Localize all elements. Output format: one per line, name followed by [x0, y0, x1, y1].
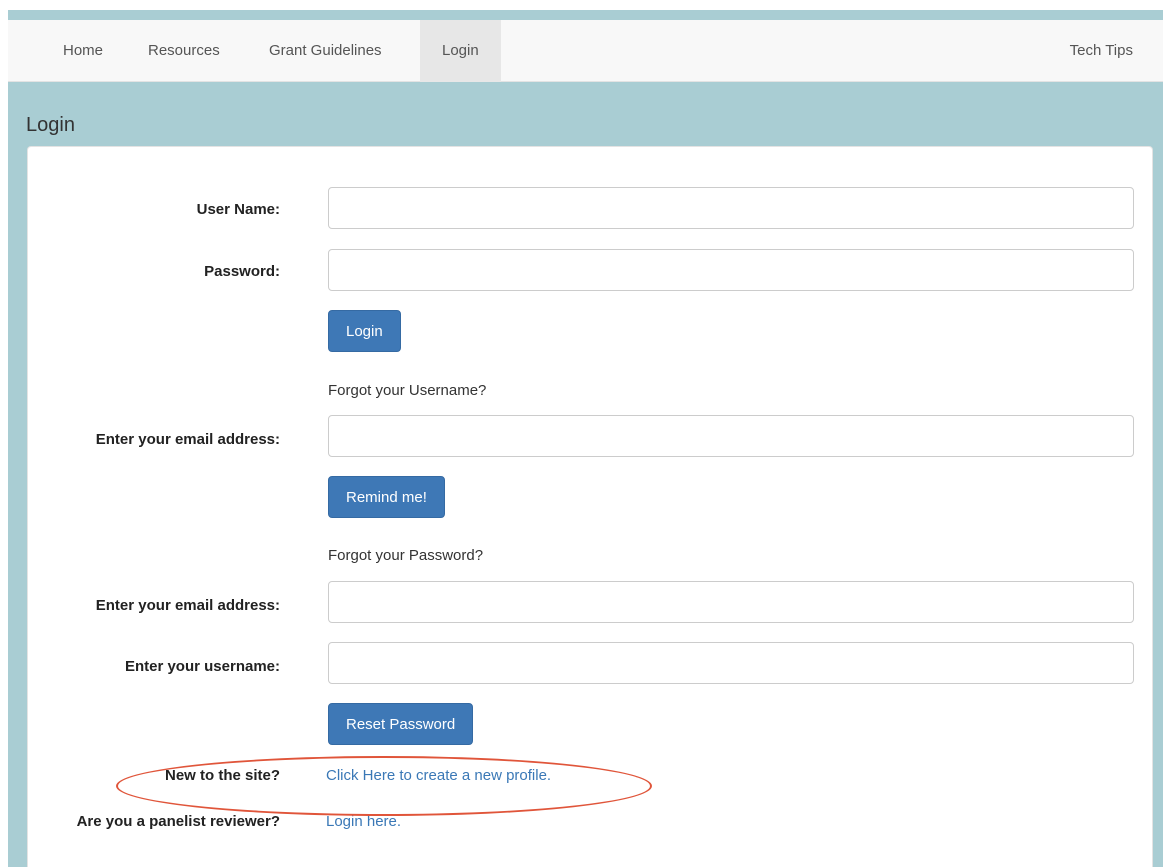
reset-username-input[interactable]	[328, 642, 1134, 684]
reset-email-input[interactable]	[328, 581, 1134, 623]
password-label: Password:	[204, 263, 280, 280]
page-title: Login	[26, 114, 75, 136]
nav-login[interactable]: Login	[420, 20, 501, 82]
nav-tech-tips[interactable]: Tech Tips	[1070, 20, 1133, 82]
nav-resources[interactable]: Resources	[148, 20, 220, 82]
nav-grant-guidelines[interactable]: Grant Guidelines	[269, 20, 382, 82]
reset-password-button[interactable]: Reset Password	[328, 703, 474, 745]
panelist-label: Are you a panelist reviewer?	[76, 813, 280, 830]
remind-email-label: Enter your email address:	[95, 431, 280, 448]
forgot-password-heading: Forgot your Password?	[328, 547, 484, 564]
new-user-label: New to the site?	[164, 767, 280, 784]
reset-email-label: Enter your email address:	[95, 597, 280, 614]
forgot-username-heading: Forgot your Username?	[328, 382, 487, 399]
username-input[interactable]	[328, 187, 1134, 229]
page-background: Home Resources Grant Guidelines Login Te…	[8, 10, 1163, 867]
navbar: Home Resources Grant Guidelines Login Te…	[8, 20, 1163, 82]
remind-email-input[interactable]	[328, 415, 1134, 457]
panelist-login-link[interactable]: Login here.	[326, 813, 401, 830]
login-panel: User Name: Password: Login Forgot your U…	[27, 146, 1153, 867]
password-input[interactable]	[328, 249, 1134, 291]
nav-home[interactable]: Home	[63, 20, 103, 82]
login-button[interactable]: Login	[328, 310, 401, 352]
create-profile-link[interactable]: Click Here to create a new profile.	[326, 767, 551, 784]
remind-me-button[interactable]: Remind me!	[328, 476, 445, 518]
username-label: User Name:	[196, 201, 280, 218]
reset-username-label: Enter your username:	[124, 658, 280, 675]
